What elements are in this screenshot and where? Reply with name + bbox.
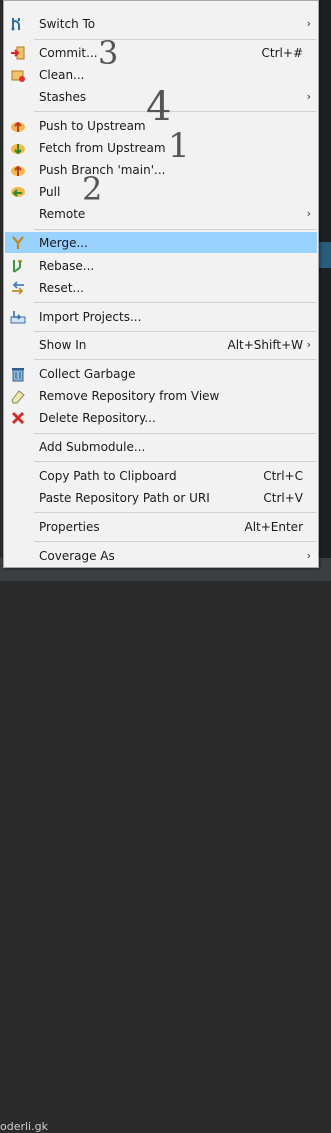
- menu-item-clean[interactable]: Clean...: [5, 64, 317, 85]
- menu-item-switch-to[interactable]: Switch To ›: [5, 13, 317, 34]
- separator: [34, 541, 316, 542]
- menu-item-label: Show In: [39, 337, 87, 352]
- menu-item-label: Delete Repository...: [39, 410, 156, 425]
- menu-item-push-branch[interactable]: Push Branch 'main'...: [5, 159, 317, 180]
- menu-item-coverage-as[interactable]: Coverage As ›: [5, 545, 317, 566]
- menu-item-show-in[interactable]: Show In Alt+Shift+W ›: [5, 334, 317, 355]
- trash-icon: [9, 365, 26, 382]
- status-bar-text: oderli.gk: [0, 1120, 48, 1133]
- menu-item-copy-path[interactable]: Copy Path to Clipboard Ctrl+C: [5, 465, 317, 486]
- menu-item-label: Rebase...: [39, 258, 95, 273]
- separator: [34, 111, 316, 112]
- separator: [34, 39, 316, 40]
- context-menu: Switch To › Commit... Ctrl+# Clean... St…: [3, 0, 319, 568]
- chevron-right-icon: ›: [306, 207, 311, 220]
- reset-icon: [9, 279, 26, 296]
- editor-background: [318, 0, 331, 581]
- clean-icon: [9, 66, 26, 83]
- annotation-3: 3: [98, 34, 119, 72]
- shortcut-label: Ctrl+#: [261, 45, 303, 60]
- menu-item-label: Paste Repository Path or URI: [39, 490, 210, 505]
- menu-item-label: Merge...: [39, 235, 88, 250]
- rebase-icon: [9, 257, 26, 274]
- menu-item-label: Import Projects...: [39, 309, 142, 324]
- chevron-right-icon: ›: [306, 90, 311, 103]
- annotation-4: 4: [146, 84, 172, 130]
- push-branch-icon: [9, 161, 26, 178]
- fetch-icon: [9, 139, 26, 156]
- menu-item-commit[interactable]: Commit... Ctrl+#: [5, 42, 317, 63]
- menu-item-label: Switch To: [39, 16, 96, 31]
- delete-icon: [9, 409, 26, 426]
- menu-item-import-projects[interactable]: Import Projects...: [5, 306, 317, 327]
- separator: [34, 512, 316, 513]
- editor-selection-strip: [318, 242, 331, 268]
- menu-item-label: Push to Upstream: [39, 118, 146, 133]
- menu-item-remote[interactable]: Remote ›: [5, 203, 317, 224]
- menu-item-merge[interactable]: Merge...: [5, 232, 317, 253]
- shortcut-label: Ctrl+V: [263, 490, 303, 505]
- separator: [34, 229, 316, 230]
- annotation-2: 2: [82, 170, 103, 208]
- menu-item-fetch-upstream[interactable]: Fetch from Upstream: [5, 137, 317, 158]
- menu-item-label: Add Submodule...: [39, 439, 146, 454]
- import-icon: [9, 308, 26, 325]
- chevron-right-icon: ›: [306, 338, 311, 351]
- menu-item-pull[interactable]: Pull: [5, 181, 317, 202]
- separator: [34, 331, 316, 332]
- separator: [34, 461, 316, 462]
- shortcut-label: Ctrl+C: [263, 468, 303, 483]
- menu-item-remove-repository[interactable]: Remove Repository from View: [5, 385, 317, 406]
- separator: [34, 302, 316, 303]
- menu-item-label: Remote: [39, 206, 86, 221]
- menu-item-label: Commit...: [39, 45, 98, 60]
- shortcut-label: Alt+Enter: [244, 519, 303, 534]
- menu-item-paste-path[interactable]: Paste Repository Path or URI Ctrl+V: [5, 487, 317, 508]
- menu-item-properties[interactable]: Properties Alt+Enter: [5, 516, 317, 537]
- menu-item-label: Remove Repository from View: [39, 388, 220, 403]
- menu-item-rebase[interactable]: Rebase...: [5, 255, 317, 276]
- shortcut-label: Alt+Shift+W: [227, 337, 304, 352]
- menu-item-label: Properties: [39, 519, 100, 534]
- menu-item-label: Pull: [39, 184, 61, 199]
- menu-item-label: Collect Garbage: [39, 366, 136, 381]
- menu-item-reset[interactable]: Reset...: [5, 277, 317, 298]
- pull-icon: [9, 183, 26, 200]
- menu-item-delete-repository[interactable]: Delete Repository...: [5, 407, 317, 428]
- separator: [34, 359, 316, 360]
- menu-item-label: Stashes: [39, 89, 87, 104]
- switch-icon: [9, 15, 26, 32]
- menu-item-add-submodule[interactable]: Add Submodule...: [5, 436, 317, 457]
- separator: [34, 433, 316, 434]
- annotation-1: 1: [168, 126, 190, 166]
- menu-item-label: Coverage As: [39, 548, 115, 563]
- chevron-right-icon: ›: [306, 17, 311, 30]
- chevron-right-icon: ›: [306, 549, 311, 562]
- menu-item-label: Copy Path to Clipboard: [39, 468, 177, 483]
- eraser-icon: [9, 387, 26, 404]
- menu-item-collect-garbage[interactable]: Collect Garbage: [5, 363, 317, 384]
- merge-icon: [9, 234, 26, 251]
- menu-item-label: Clean...: [39, 67, 85, 82]
- commit-icon: [9, 44, 26, 61]
- push-icon: [9, 117, 26, 134]
- menu-item-label: Fetch from Upstream: [39, 140, 166, 155]
- menu-item-label: Reset...: [39, 280, 84, 295]
